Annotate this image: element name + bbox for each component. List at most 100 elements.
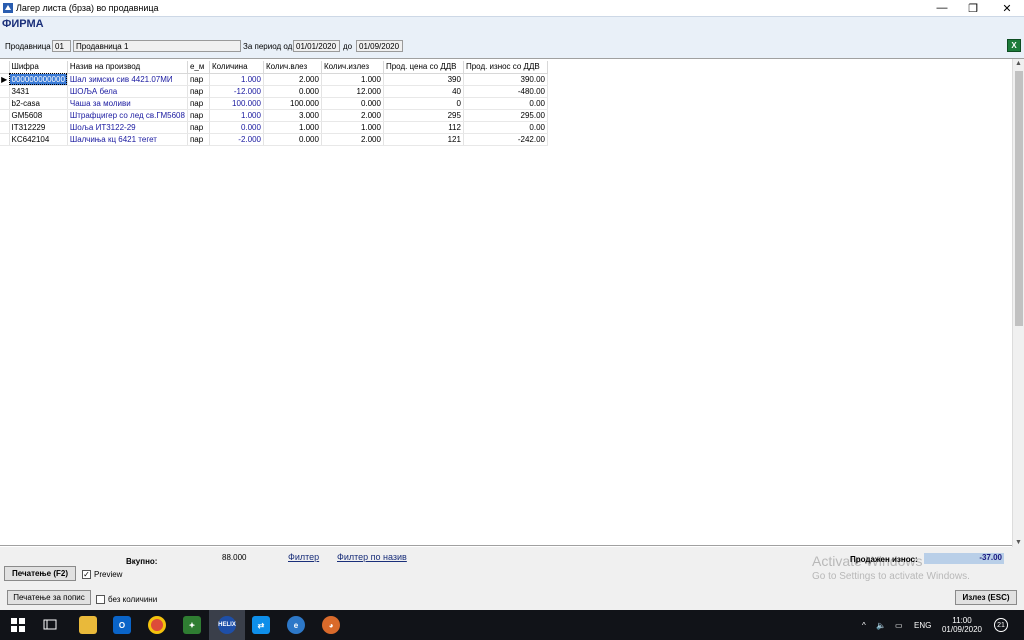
- notifications-icon[interactable]: 21: [994, 610, 1008, 640]
- table-row[interactable]: ▶ 000000000000 Шал зимски сив 4421.07МИ пар…: [0, 73, 548, 86]
- cell-amount[interactable]: 295.00: [463, 109, 548, 122]
- file-explorer-icon[interactable]: [70, 610, 106, 640]
- filter-by-name-link[interactable]: Филтер по назив: [337, 552, 407, 562]
- cell-amount[interactable]: 390.00: [463, 73, 548, 86]
- scroll-up-icon[interactable]: ▲: [1015, 60, 1022, 67]
- table-row[interactable]: KC642104 Шалчиња кц 6421 тегет пар -2.000 0.…: [0, 133, 548, 146]
- column-header-qty-out[interactable]: Колич.излез: [321, 61, 384, 74]
- print-inventory-button[interactable]: Печатење за попис: [7, 590, 91, 605]
- cell-unit[interactable]: пар: [187, 109, 210, 122]
- cell-qty-in[interactable]: 0.000: [263, 133, 322, 146]
- cell-qty-in[interactable]: 1.000: [263, 121, 322, 134]
- cell-code[interactable]: 000000000000: [9, 73, 68, 86]
- cell-price[interactable]: 112: [383, 121, 464, 134]
- cell-price[interactable]: 0: [383, 97, 464, 110]
- filter-link[interactable]: Филтер: [288, 552, 319, 562]
- no-quantities-checkbox[interactable]: без количини: [96, 595, 157, 604]
- cell-amount[interactable]: 0.00: [463, 121, 548, 134]
- table-row[interactable]: b2-casa Чаша за моливи пар 100.000 100.000 0.…: [0, 97, 548, 110]
- cell-price[interactable]: 121: [383, 133, 464, 146]
- vertical-scrollbar[interactable]: ▲ ▼: [1012, 59, 1024, 547]
- cell-amount[interactable]: -242.00: [463, 133, 548, 146]
- cell-price[interactable]: 295: [383, 109, 464, 122]
- table-row[interactable]: IT312229 Шоља ИТ3122-29 пар 0.000 1.000 1.000…: [0, 121, 548, 134]
- app-globe-icon[interactable]: e: [278, 610, 314, 640]
- outlook-icon[interactable]: O: [104, 610, 140, 640]
- cell-amount[interactable]: -480.00: [463, 85, 548, 98]
- cell-amount[interactable]: 0.00: [463, 97, 548, 110]
- cell-qty-in[interactable]: 2.000: [263, 73, 322, 86]
- cell-quantity[interactable]: -12.000: [209, 85, 264, 98]
- show-hidden-icons-icon[interactable]: ^: [862, 610, 866, 640]
- date-to-field[interactable]: 01/09/2020: [356, 40, 403, 52]
- cell-quantity[interactable]: 1.000: [209, 73, 264, 86]
- task-view-icon[interactable]: [32, 610, 68, 640]
- paint-icon[interactable]: ◕: [313, 610, 349, 640]
- cell-code[interactable]: IT312229: [9, 121, 68, 134]
- network-icon[interactable]: ▭: [895, 610, 903, 640]
- chrome-icon[interactable]: [139, 610, 175, 640]
- column-header-quantity[interactable]: Количина: [209, 61, 264, 74]
- cell-price[interactable]: 40: [383, 85, 464, 98]
- column-header-code[interactable]: Шифра: [9, 61, 68, 74]
- cell-qty-out[interactable]: 2.000: [321, 133, 384, 146]
- cell-unit[interactable]: пар: [187, 85, 210, 98]
- store-name-field[interactable]: Продавница 1: [73, 40, 241, 52]
- excel-export-icon[interactable]: X: [1007, 39, 1021, 52]
- helix-icon[interactable]: HELIX: [209, 610, 245, 640]
- cell-qty-in[interactable]: 0.000: [263, 85, 322, 98]
- column-header-name[interactable]: Назив на производ: [67, 61, 188, 74]
- cell-unit[interactable]: пар: [187, 73, 210, 86]
- minimize-button[interactable]: —: [925, 0, 959, 16]
- cell-unit[interactable]: пар: [187, 133, 210, 146]
- cell-name[interactable]: Шалчиња кц 6421 тегет: [67, 133, 188, 146]
- cell-quantity[interactable]: 0.000: [209, 121, 264, 134]
- print-button[interactable]: Печатење (F2): [4, 566, 76, 581]
- cell-name[interactable]: Штрафцигер со лед св.ГМ5608: [67, 109, 188, 122]
- cell-qty-in[interactable]: 3.000: [263, 109, 322, 122]
- cell-code[interactable]: b2-casa: [9, 97, 68, 110]
- cell-unit[interactable]: пар: [187, 121, 210, 134]
- app-icon[interactable]: ✦: [174, 610, 210, 640]
- cell-price[interactable]: 390: [383, 73, 464, 86]
- cell-code[interactable]: GM5608: [9, 109, 68, 122]
- cell-quantity[interactable]: -2.000: [209, 133, 264, 146]
- cell-code[interactable]: KC642104: [9, 133, 68, 146]
- cell-name[interactable]: ШОЉА бела: [67, 85, 188, 98]
- column-header-qty-in[interactable]: Колич.влез: [263, 61, 322, 74]
- windows-start-icon[interactable]: [0, 610, 36, 640]
- cell-quantity[interactable]: 100.000: [209, 97, 264, 110]
- cell-qty-out[interactable]: 12.000: [321, 85, 384, 98]
- cell-qty-out[interactable]: 0.000: [321, 97, 384, 110]
- cell-qty-in[interactable]: 100.000: [263, 97, 322, 110]
- no-quantities-check-icon[interactable]: [96, 595, 105, 604]
- teamviewer-icon[interactable]: ⇄: [243, 610, 279, 640]
- cell-code[interactable]: 3431: [9, 85, 68, 98]
- cell-name[interactable]: Шал зимски сив 4421.07МИ: [67, 73, 188, 86]
- cell-qty-out[interactable]: 1.000: [321, 121, 384, 134]
- volume-icon[interactable]: 🔈: [876, 610, 886, 640]
- cell-qty-out[interactable]: 1.000: [321, 73, 384, 86]
- preview-check-icon[interactable]: ✓: [82, 570, 91, 579]
- table-row[interactable]: GM5608 Штрафцигер со лед св.ГМ5608 пар 1.00…: [0, 109, 548, 122]
- store-code-field[interactable]: 01: [52, 40, 71, 52]
- cell-qty-out[interactable]: 2.000: [321, 109, 384, 122]
- language-indicator[interactable]: ENG: [914, 610, 931, 640]
- date-from-field[interactable]: 01/01/2020: [293, 40, 340, 52]
- scroll-down-icon[interactable]: ▼: [1015, 539, 1022, 546]
- clock[interactable]: 11:00 01/09/2020: [938, 610, 986, 640]
- scroll-thumb[interactable]: [1015, 71, 1023, 326]
- table-row[interactable]: 3431 ШОЉА бела пар -12.000 0.000 12.000 40 -480…: [0, 85, 548, 98]
- column-header-amount[interactable]: Прод. износ со ДДВ: [463, 61, 548, 74]
- column-header-unit[interactable]: е_м: [187, 61, 210, 74]
- cell-name[interactable]: Чаша за моливи: [67, 97, 188, 110]
- maximize-button[interactable]: ❐: [956, 0, 990, 16]
- stock-grid[interactable]: Шифра Назив на производ е_м Количина Кол…: [0, 58, 1024, 547]
- column-header-price[interactable]: Прод. цена со ДДВ: [383, 61, 464, 74]
- close-button[interactable]: ✕: [990, 0, 1024, 16]
- cell-name[interactable]: Шоља ИТ3122-29: [67, 121, 188, 134]
- cell-unit[interactable]: пар: [187, 97, 210, 110]
- preview-checkbox[interactable]: ✓ Preview: [82, 570, 122, 579]
- exit-button[interactable]: Излез (ESC): [955, 590, 1017, 605]
- cell-quantity[interactable]: 1.000: [209, 109, 264, 122]
